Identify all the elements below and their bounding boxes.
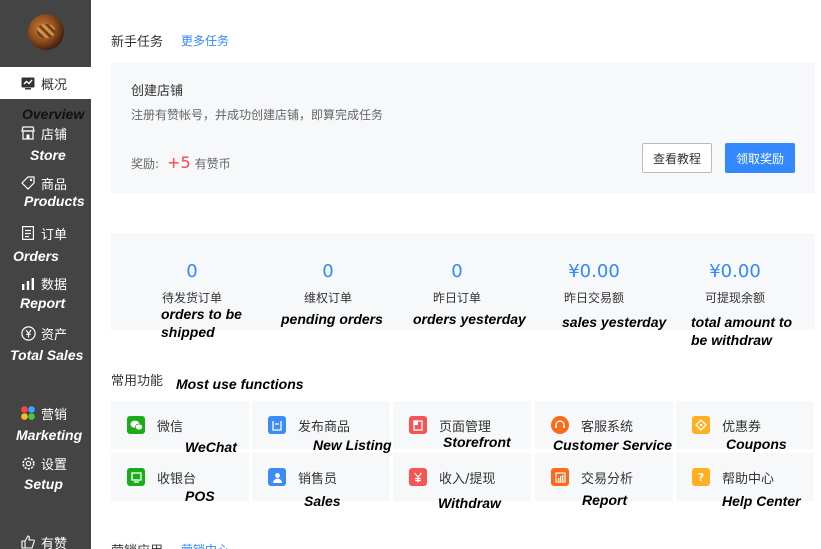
sidebar-item-label: 有赞: [41, 536, 68, 549]
stat-value[interactable]: 0: [397, 261, 517, 282]
sidebar-item-assets[interactable]: 资产: [0, 322, 91, 344]
task-card: 创建店铺 注册有赞帐号，并成功创建店铺，即算完成任务 奖励: +5 有赞币 查看…: [111, 63, 815, 193]
sidebar-item-en: Store: [30, 147, 66, 163]
sidebar-item-en: Products: [24, 193, 85, 209]
sidebar-item-label: 概况: [41, 77, 68, 93]
thumbs-up-icon: [20, 534, 36, 549]
sidebar-item-orders[interactable]: 订单: [0, 222, 91, 244]
coupon-icon: [692, 416, 710, 434]
stat-label: 昨日交易额: [563, 291, 624, 305]
stat-value[interactable]: 0: [132, 261, 252, 282]
stat-label: 待发货订单: [161, 291, 222, 305]
service-icon: [551, 416, 569, 434]
sidebar-item-label: 数据: [41, 277, 68, 293]
income-icon: [409, 468, 427, 486]
stat-label: 昨日订单: [432, 291, 481, 305]
func-en-label: POS: [185, 488, 215, 504]
help-icon: ?: [692, 468, 710, 486]
yen-icon: [20, 325, 36, 341]
wechat-icon: [127, 416, 145, 434]
reward-unit: 有赞币: [194, 157, 231, 171]
func-label: 优惠券: [722, 420, 762, 435]
shop-avatar[interactable]: [28, 14, 64, 50]
func-pos[interactable]: 收银台: [111, 453, 249, 501]
more-tasks-link[interactable]: 更多任务: [181, 32, 229, 49]
func-en-label: Withdraw: [438, 495, 501, 511]
marketing-center-link[interactable]: 营销中心: [181, 541, 229, 549]
stat-label: 可提现余额: [704, 291, 765, 305]
func-label: 收银台: [157, 472, 197, 487]
stat-en-label: orders to be shipped: [161, 306, 242, 340]
marketing-title: 营销应用: [111, 540, 163, 549]
functions-title-en: Most use functions: [176, 376, 304, 392]
sidebar-item-store[interactable]: 店铺: [0, 122, 91, 144]
stat-en-label: orders yesterday: [413, 311, 526, 327]
sidebar-item-en: Setup: [24, 476, 63, 492]
sidebar-item-label: 商品: [41, 177, 68, 193]
func-label: 销售员: [298, 472, 338, 487]
func-label: 收入/提现: [439, 472, 496, 487]
func-en-label: New Listing: [313, 437, 392, 453]
func-en-label: Report: [582, 492, 628, 508]
store-icon: [20, 125, 36, 141]
gear-icon: [20, 455, 36, 471]
sidebar-item-en: Total Sales: [10, 347, 84, 363]
stat-value[interactable]: ¥0.00: [675, 261, 795, 282]
tag-icon: [20, 175, 36, 191]
sidebar-item-en: Marketing: [16, 427, 83, 443]
stat-en-label: pending orders: [281, 311, 383, 327]
func-en-label: WeChat: [185, 439, 237, 455]
func-label: 帮助中心: [722, 472, 775, 487]
stat-en-label: total amount to be withdraw: [691, 314, 793, 348]
chart-icon: [20, 275, 36, 291]
functions-title: 常用功能: [111, 374, 164, 389]
reward-value: +5: [167, 153, 191, 172]
page-icon: [409, 416, 427, 434]
func-label: 交易分析: [581, 472, 634, 487]
sidebar-item-label: 设置: [41, 457, 68, 473]
reward-label: 奖励:: [131, 157, 160, 171]
sidebar-item-products[interactable]: 商品: [0, 172, 91, 194]
claim-reward-button[interactable]: 领取奖励: [725, 143, 795, 173]
task-title: 创建店铺: [131, 84, 184, 99]
func-en-label: Storefront: [443, 434, 511, 450]
task-description: 注册有赞帐号，并成功创建店铺，即算完成任务: [131, 108, 384, 122]
overview-icon: [20, 75, 36, 91]
sidebar-item-en: Overview: [22, 106, 85, 122]
sidebar-item-en: Orders: [13, 248, 59, 264]
sidebar-item-overview[interactable]: 概况: [0, 72, 91, 94]
func-en-label: Coupons: [726, 436, 787, 452]
svg-text:?: ?: [698, 471, 704, 483]
stat-value[interactable]: 0: [268, 261, 388, 282]
stat-label: 维权订单: [303, 291, 352, 305]
func-en-label: Customer Service: [553, 437, 673, 453]
stat-value[interactable]: ¥0.00: [534, 261, 654, 282]
marketing-icon: [20, 405, 36, 421]
sidebar-item-settings[interactable]: 设置: [0, 452, 91, 474]
func-label: 客服系统: [581, 420, 634, 435]
task-reward: 奖励: +5 有赞币: [131, 153, 231, 172]
view-tutorial-button[interactable]: 查看教程: [642, 143, 712, 173]
func-label: 微信: [157, 420, 184, 435]
analysis-icon: [551, 468, 569, 486]
stat-en-label: sales yesterday: [562, 314, 667, 330]
sidebar-item-label: 订单: [41, 227, 68, 243]
publish-icon: [268, 416, 286, 434]
sidebar-item-marketing[interactable]: 营销: [0, 402, 91, 424]
sidebar-item-youzan[interactable]: 有赞: [0, 531, 91, 549]
salesman-icon: [268, 468, 286, 486]
cashier-icon: [127, 468, 145, 486]
newbie-title: 新手任务: [111, 35, 164, 50]
sidebar-item-label: 资产: [41, 327, 68, 343]
sidebar-item-label: 营销: [41, 407, 68, 423]
sidebar-item-en: Report: [20, 295, 66, 311]
sidebar: 概况 Overview 店铺 Store 商品 Products 订单 Orde…: [0, 0, 91, 549]
sidebar-item-data[interactable]: 数据: [0, 272, 91, 294]
func-en-label: Sales: [304, 493, 341, 509]
sidebar-item-label: 店铺: [41, 127, 68, 143]
orders-icon: [20, 225, 36, 241]
func-label: 发布商品: [298, 420, 351, 435]
func-en-label: Help Center: [722, 493, 801, 509]
